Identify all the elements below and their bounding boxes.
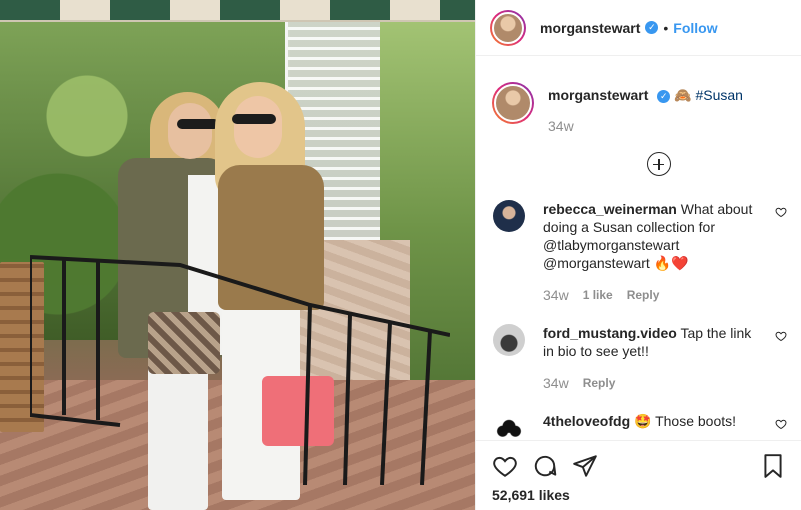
black-railing [28,255,451,486]
post-footer: 52,691 likes [476,440,801,510]
caption-emoji: 🙈 [674,87,692,103]
reply-button[interactable]: Reply [583,374,616,392]
comment-bubble-icon[interactable] [532,453,558,479]
caption-hashtag[interactable]: #Susan [695,87,742,103]
person-left-sunglasses [177,119,219,129]
likes-count[interactable]: 52,691 likes [492,487,786,503]
like-heart-icon[interactable] [492,453,518,479]
comment-username[interactable]: 4theloveofdg [543,413,630,429]
like-comment-heart-icon[interactable] [775,206,787,218]
like-comment-heart-icon[interactable] [775,330,787,342]
share-paper-plane-icon[interactable] [572,453,598,479]
save-bookmark-icon[interactable] [760,453,786,479]
post-sidebar: morganstewart ✓ • Follow morganstewart ✓… [475,0,801,510]
caption-timestamp[interactable]: 34w [548,118,743,134]
header-separator: • [663,19,669,36]
author-username[interactable]: morganstewart [540,20,640,36]
comments-section: morganstewart ✓ 🙈 #Susan 34w rebecca_wei… [476,82,801,444]
reply-button[interactable]: Reply [627,286,660,304]
comment-item: ford_mustang.video Tap the link in bio t… [492,324,787,392]
comment-item: rebecca_weinerman What about doing a Sus… [492,200,787,304]
commenter-avatar[interactable] [493,200,525,232]
load-more-comments-icon[interactable] [647,152,671,176]
comment-username[interactable]: rebecca_weinerman [543,201,677,217]
author-avatar[interactable] [490,9,526,46]
person-right-face [234,96,282,158]
commenter-avatar[interactable] [493,324,525,356]
caption-username[interactable]: morganstewart [548,87,648,103]
verified-badge-icon: ✓ [657,89,671,103]
person-right-sunglasses [232,114,276,124]
caption-avatar[interactable] [492,82,534,124]
comment-text: 🤩 Those boots! [634,413,737,429]
follow-button[interactable]: Follow [673,20,717,36]
verified-badge-icon: ✓ [645,21,659,34]
person-left-face [168,103,212,159]
post-header: morganstewart ✓ • Follow [476,0,801,56]
caption: morganstewart ✓ 🙈 #Susan 34w [492,82,785,134]
comment-username[interactable]: ford_mustang.video [543,325,677,341]
action-bar [492,453,786,479]
like-comment-heart-icon[interactable] [775,418,787,430]
comment-likes[interactable]: 1 like [583,286,613,304]
post-photo[interactable] [0,0,475,510]
comment-timestamp[interactable]: 34w [543,374,569,392]
comment-timestamp[interactable]: 34w [543,286,569,304]
striped-awning [0,0,475,22]
